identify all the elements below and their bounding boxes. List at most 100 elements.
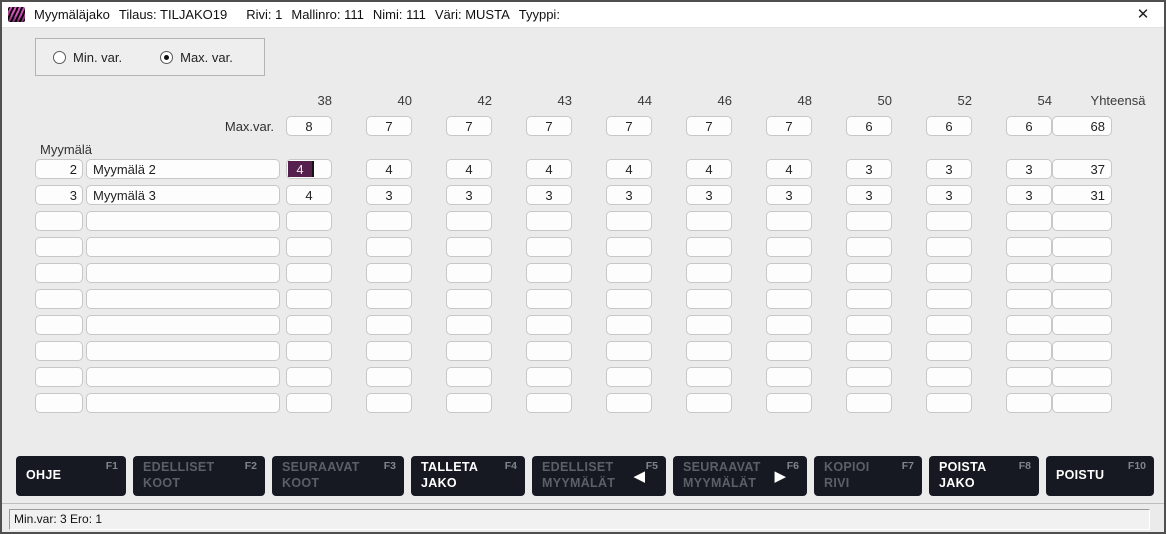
close-button[interactable]: ✕ — [1132, 4, 1154, 26]
size-cell[interactable] — [686, 211, 732, 231]
size-cell[interactable] — [286, 289, 332, 309]
size-cell[interactable] — [526, 367, 572, 387]
store-name-field[interactable] — [86, 393, 280, 413]
store-id-field[interactable] — [35, 211, 83, 231]
size-cell[interactable]: 4 — [366, 159, 412, 179]
size-cell[interactable]: 3 — [926, 159, 972, 179]
size-cell[interactable] — [1006, 315, 1052, 335]
size-cell[interactable]: 4 — [526, 159, 572, 179]
store-name-field[interactable] — [86, 289, 280, 309]
size-cell[interactable] — [766, 211, 812, 231]
toolbar-button[interactable]: OHJE F1 — [16, 456, 126, 496]
size-cell[interactable] — [1006, 211, 1052, 231]
size-cell[interactable] — [286, 341, 332, 361]
store-id-field[interactable]: 2 — [35, 159, 83, 179]
size-cell[interactable]: 3 — [366, 185, 412, 205]
size-cell[interactable] — [766, 393, 812, 413]
size-cell[interactable] — [766, 367, 812, 387]
size-cell[interactable] — [686, 315, 732, 335]
store-name-field[interactable] — [86, 341, 280, 361]
size-cell[interactable] — [686, 367, 732, 387]
store-id-field[interactable] — [35, 367, 83, 387]
maxvar-cell[interactable]: 7 — [766, 116, 812, 136]
size-cell[interactable] — [446, 315, 492, 335]
size-cell[interactable]: 3 — [1006, 185, 1052, 205]
store-id-field[interactable] — [35, 393, 83, 413]
size-cell[interactable] — [926, 237, 972, 257]
size-cell[interactable]: 3 — [686, 185, 732, 205]
store-name-field[interactable]: Myymälä 3 — [86, 185, 280, 205]
maxvar-cell[interactable]: 6 — [1006, 116, 1052, 136]
size-cell[interactable] — [446, 341, 492, 361]
size-cell[interactable] — [606, 211, 652, 231]
store-id-field[interactable] — [35, 263, 83, 283]
size-cell[interactable] — [446, 211, 492, 231]
size-cell[interactable] — [446, 237, 492, 257]
size-cell[interactable]: 3 — [846, 185, 892, 205]
toolbar-button[interactable]: TALLETA JAKO F4 — [411, 456, 525, 496]
size-cell[interactable] — [846, 263, 892, 283]
size-cell[interactable] — [366, 393, 412, 413]
toolbar-button[interactable]: EDELLISET KOOT F2 — [133, 456, 265, 496]
size-cell[interactable] — [606, 393, 652, 413]
size-cell[interactable] — [366, 341, 412, 361]
size-cell[interactable] — [926, 315, 972, 335]
size-cell[interactable] — [846, 367, 892, 387]
size-cell[interactable] — [526, 315, 572, 335]
size-cell[interactable] — [766, 237, 812, 257]
size-cell[interactable] — [686, 237, 732, 257]
size-cell[interactable] — [446, 367, 492, 387]
size-cell[interactable]: 4 — [286, 159, 332, 179]
size-cell[interactable] — [766, 289, 812, 309]
size-cell[interactable]: 4 — [686, 159, 732, 179]
store-name-field[interactable]: Myymälä 2 — [86, 159, 280, 179]
size-cell[interactable]: 3 — [766, 185, 812, 205]
size-cell[interactable] — [286, 393, 332, 413]
size-cell[interactable] — [526, 237, 572, 257]
radio-option[interactable]: Max. var. — [160, 50, 233, 65]
size-cell[interactable]: 4 — [286, 185, 332, 205]
toolbar-button[interactable]: SEURAAVAT MYYMÄLÄT F6 ▶ — [673, 456, 807, 496]
toolbar-button[interactable]: SEURAAVAT KOOT F3 — [272, 456, 404, 496]
maxvar-cell[interactable]: 8 — [286, 116, 332, 136]
maxvar-cell[interactable]: 6 — [926, 116, 972, 136]
size-cell[interactable]: 3 — [1006, 159, 1052, 179]
store-name-field[interactable] — [86, 367, 280, 387]
size-cell[interactable] — [606, 367, 652, 387]
size-cell[interactable] — [526, 393, 572, 413]
size-cell[interactable] — [766, 341, 812, 361]
size-cell[interactable] — [606, 263, 652, 283]
size-cell[interactable] — [686, 341, 732, 361]
size-cell[interactable] — [366, 211, 412, 231]
store-name-field[interactable] — [86, 263, 280, 283]
size-cell[interactable] — [686, 289, 732, 309]
toolbar-button[interactable]: POISTA JAKO F8 — [929, 456, 1039, 496]
size-cell[interactable] — [846, 341, 892, 361]
size-cell[interactable] — [606, 289, 652, 309]
size-cell[interactable] — [286, 263, 332, 283]
size-cell[interactable] — [1006, 237, 1052, 257]
size-cell[interactable] — [446, 263, 492, 283]
maxvar-cell[interactable]: 7 — [526, 116, 572, 136]
size-cell[interactable] — [606, 237, 652, 257]
size-cell[interactable] — [606, 341, 652, 361]
size-cell[interactable] — [526, 211, 572, 231]
store-id-field[interactable]: 3 — [35, 185, 83, 205]
size-cell[interactable] — [926, 367, 972, 387]
size-cell[interactable] — [286, 315, 332, 335]
size-cell[interactable] — [1006, 367, 1052, 387]
size-cell[interactable] — [766, 315, 812, 335]
size-cell[interactable] — [366, 263, 412, 283]
store-name-field[interactable] — [86, 211, 280, 231]
size-cell[interactable] — [606, 315, 652, 335]
size-cell[interactable] — [526, 341, 572, 361]
size-cell[interactable] — [846, 289, 892, 309]
store-id-field[interactable] — [35, 315, 83, 335]
size-cell[interactable] — [926, 393, 972, 413]
size-cell[interactable] — [1006, 393, 1052, 413]
size-cell[interactable] — [1006, 263, 1052, 283]
size-cell[interactable] — [926, 341, 972, 361]
store-id-field[interactable] — [35, 289, 83, 309]
size-cell[interactable] — [846, 315, 892, 335]
size-cell[interactable] — [846, 393, 892, 413]
